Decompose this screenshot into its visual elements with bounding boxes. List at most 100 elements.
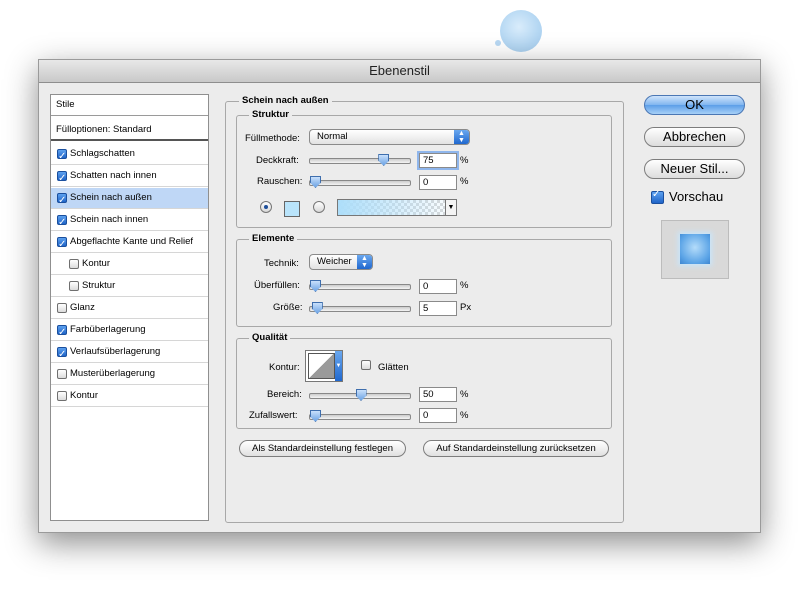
elements-title: Elemente [249,233,298,244]
style-item-label: Farbüberlagerung [70,324,146,335]
range-slider[interactable] [309,389,411,401]
noise-input[interactable]: 0 [419,175,457,190]
updown-arrows-icon: ▲ ▼ [357,255,372,269]
jitter-label: Zufallswert: [249,410,298,421]
blend-mode-label: Füllmethode: [245,133,300,144]
reset-default-button[interactable]: Auf Standardeinstellung zurücksetzen [423,440,609,457]
structure-title: Struktur [249,109,292,120]
glow-blob-decoration [500,10,542,52]
dropdown-arrow-icon: ▼ [335,351,342,381]
style-item-label: Struktur [82,280,116,291]
preview-checkbox[interactable] [651,189,664,204]
style-item-checkbox[interactable] [57,323,67,343]
style-item[interactable]: Schatten nach innen [51,166,208,189]
ok-button[interactable]: OK [644,95,745,115]
noise-slider[interactable] [309,176,411,188]
spread-input[interactable]: 0 [419,279,457,294]
gradient-radio[interactable] [313,201,325,213]
jitter-slider[interactable] [309,410,411,422]
style-item-label: Schatten nach innen [70,170,157,181]
opacity-input[interactable]: 75 [419,153,457,168]
style-item-label: Kontur [70,390,98,401]
style-item-label: Schein nach außen [70,192,152,203]
spread-label: Überfüllen: [254,280,300,291]
style-item[interactable]: Glanz [51,298,208,319]
contour-label: Kontur: [269,362,300,373]
style-item[interactable]: Musterüberlagerung [51,364,208,385]
dropdown-arrow-icon: ▼ [445,200,456,215]
noise-label: Rauschen: [257,176,303,187]
style-item[interactable]: Schein nach außen [51,188,208,211]
range-unit: % [460,389,469,400]
outer-glow-title: Schein nach außen [239,95,332,106]
style-item[interactable]: Kontur [51,386,208,407]
style-preview [661,220,729,279]
cancel-button[interactable]: Abbrechen [644,127,745,147]
style-item[interactable]: Struktur [51,276,208,297]
style-item[interactable]: Verlaufsüberlagerung [51,342,208,365]
style-item-label: Abgeflachte Kante und Relief [70,236,194,247]
style-item-checkbox[interactable] [69,281,79,291]
updown-arrows-icon: ▲ ▼ [454,130,469,144]
style-item[interactable]: Schein nach innen [51,210,208,233]
style-item[interactable]: Kontur [51,254,208,275]
preview-label: Vorschau [669,189,724,204]
range-input[interactable]: 50 [419,387,457,402]
glow-gradient-picker[interactable]: ▼ [337,199,457,216]
make-default-button[interactable]: Als Standardeinstellung festlegen [239,440,406,457]
technique-label: Technik: [264,258,299,269]
style-item-label: Schlagschatten [70,148,135,159]
new-style-button[interactable]: Neuer Stil... [644,159,745,179]
size-slider[interactable] [309,302,411,314]
opacity-unit: % [460,155,469,166]
style-item-label: Musterüberlagerung [70,368,156,379]
jitter-input[interactable]: 0 [419,408,457,423]
size-label: Größe: [273,302,303,313]
quality-title: Qualität [249,332,291,343]
solid-color-radio[interactable] [260,201,272,213]
style-list: Stile Fülloptionen: Standard Schlagschat… [50,94,209,521]
style-list-header-label: Stile [56,99,75,110]
style-item-checkbox[interactable] [57,235,67,255]
style-item[interactable]: Abgeflachte Kante und Relief [51,232,208,255]
style-item-label: Verlaufsüberlagerung [70,346,161,357]
style-item-checkbox[interactable] [57,213,67,233]
style-item-checkbox[interactable] [57,391,67,401]
blend-mode-select[interactable]: Normal ▲ ▼ [309,129,470,145]
dialog-title: Ebenenstil [39,60,760,83]
style-item-checkbox[interactable] [69,259,79,269]
style-item-checkbox[interactable] [57,147,67,167]
style-item-checkbox[interactable] [57,369,67,379]
contour-picker[interactable]: ▼ [305,350,343,382]
blend-options-label: Fülloptionen: Standard [56,124,152,135]
style-item-label: Schein nach innen [70,214,149,225]
style-item-checkbox[interactable] [57,345,67,365]
technique-value: Weicher [317,256,352,267]
antialias-checkbox[interactable] [361,360,371,370]
spread-slider[interactable] [309,280,411,292]
style-item-checkbox[interactable] [57,191,67,211]
glow-dot-decoration [495,40,501,46]
range-label: Bereich: [267,389,302,400]
contour-curve-icon [308,353,335,379]
technique-select[interactable]: Weicher ▲ ▼ [309,254,373,270]
spread-unit: % [460,280,469,291]
size-unit: Px [460,302,472,313]
size-input[interactable]: 5 [419,301,457,316]
style-item[interactable]: Schlagschatten [51,144,208,167]
jitter-unit: % [460,410,469,421]
glow-color-swatch[interactable] [284,201,300,217]
opacity-label: Deckkraft: [256,155,299,166]
opacity-slider[interactable] [309,154,411,166]
style-item-label: Glanz [70,302,95,313]
style-item-label: Kontur [82,258,110,269]
preview-thumbnail [680,234,710,264]
style-item-checkbox[interactable] [57,169,67,189]
style-item-checkbox[interactable] [57,303,67,313]
blend-mode-value: Normal [317,131,348,142]
style-list-header[interactable]: Stile [51,95,208,116]
antialias-label: Glätten [378,362,409,373]
blend-options-item[interactable]: Fülloptionen: Standard [51,120,208,141]
noise-unit: % [460,176,469,187]
style-item[interactable]: Farbüberlagerung [51,320,208,343]
